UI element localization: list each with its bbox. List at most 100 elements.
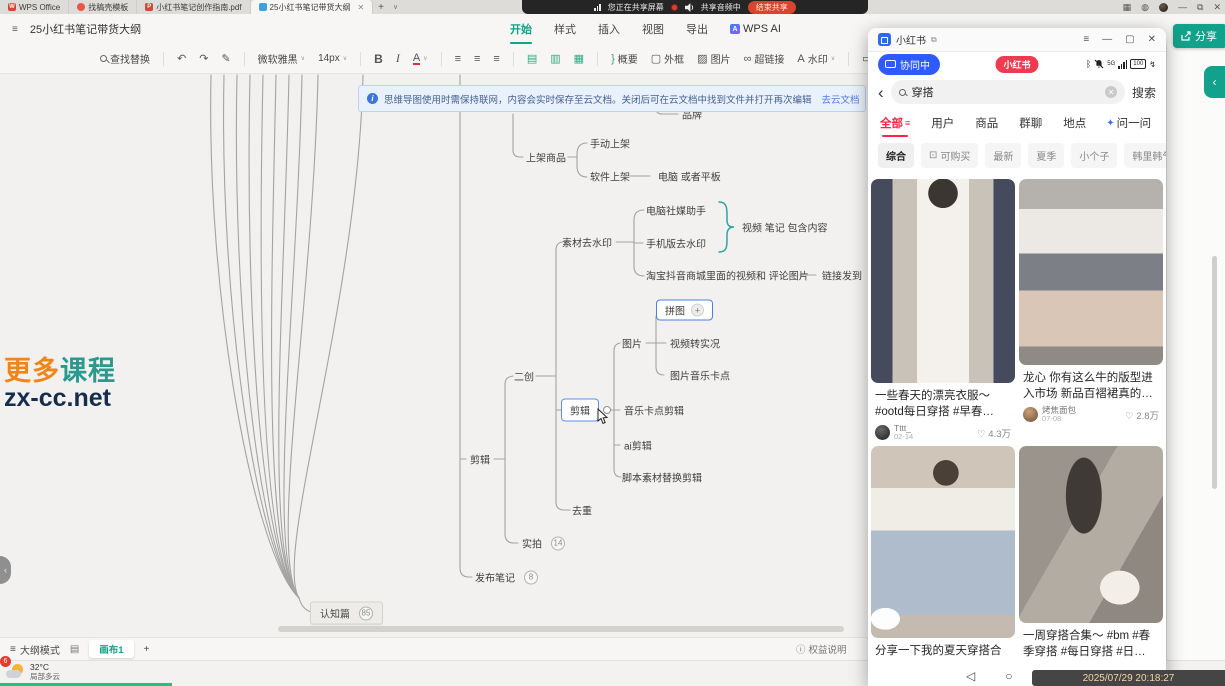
mindmap-node-script-material-replace-edit[interactable]: 脚本素材替换剪辑 xyxy=(622,470,702,485)
phone-feed[interactable]: 一些春天的漂亮衣服～ #ootd每日穿搭 #早春…Tttt_02-14♡ 4.3… xyxy=(868,172,1166,686)
menu-开始[interactable]: 开始 xyxy=(510,21,532,37)
mindmap-node-pic-music-beat[interactable]: 图片音乐卡点 xyxy=(670,368,730,383)
align-right-button[interactable]: ≡ xyxy=(493,53,499,65)
mindmap-node-music-beat-edit[interactable]: 音乐卡点剪辑 xyxy=(624,403,684,418)
mindmap-node-video-note-content[interactable]: 视频 笔记 包含内容 xyxy=(742,220,828,235)
insert-topic-button[interactable]: ▤ xyxy=(527,52,537,65)
filter-chip-综合[interactable]: 综合 xyxy=(878,143,914,168)
bold-button[interactable]: B xyxy=(374,52,383,66)
filter-chip-夏季[interactable]: 夏季 xyxy=(1028,143,1064,168)
result-tab-地点[interactable]: 地点 xyxy=(1063,115,1086,131)
search-button[interactable]: 查找替换 xyxy=(100,51,150,66)
wps-tab-2[interactable]: P小红书笔记创作指南.pdf xyxy=(137,0,250,14)
search-button[interactable]: 搜索 xyxy=(1132,84,1156,101)
like-count[interactable]: ♡ 2.8万 xyxy=(1125,408,1159,422)
weather-widget[interactable]: 32°C 局部多云 xyxy=(6,663,60,681)
insert-topic-after-button[interactable]: ▦ xyxy=(574,52,584,65)
new-tab-button[interactable]: + xyxy=(373,0,389,14)
result-tab-用户[interactable]: 用户 xyxy=(931,115,954,131)
phone-search-input[interactable]: 穿搭 ✕ xyxy=(891,80,1125,104)
hyperlink-button[interactable]: ∞超链接 xyxy=(744,51,785,66)
outline-mode-button[interactable]: ≡大纲模式 xyxy=(10,642,60,657)
style-icon[interactable]: ▤ xyxy=(70,644,79,655)
like-count[interactable]: ♡ 4.3万 xyxy=(977,426,1011,440)
nav-back-button[interactable]: ◁ xyxy=(966,669,975,683)
result-tab-问一问[interactable]: ✦问一问 xyxy=(1106,115,1151,131)
insert-subtopic-button[interactable]: ▥ xyxy=(550,52,560,65)
feed-card[interactable]: 龙心 你有这么牛的版型进入市场 新品百褶裙真的…烤焦面包07-08♡ 2.8万 xyxy=(1019,179,1163,429)
mindmap-node-collage[interactable]: 拼图+ xyxy=(656,300,713,321)
italic-button[interactable]: I xyxy=(396,51,400,66)
mindmap-node-dedup[interactable]: 去重 xyxy=(572,503,592,518)
restore-button[interactable]: ⧉ xyxy=(1197,2,1203,13)
mindmap-node-link-send[interactable]: 链接发到 xyxy=(822,268,862,283)
filter-chip-小个子[interactable]: 小个子 xyxy=(1071,143,1117,168)
clear-search-icon[interactable]: ✕ xyxy=(1105,86,1117,98)
mindmap-node-pc-social-helper[interactable]: 电脑社媒助手 xyxy=(646,203,706,218)
mindmap-node-taobao-douyin-material[interactable]: 淘宝抖音商城里面的视频和 评论图片 xyxy=(646,268,809,283)
rights-info[interactable]: ⓘ权益说明 xyxy=(796,642,847,656)
tab-list-dropdown[interactable]: ∨ xyxy=(389,0,402,14)
mindmap-node-pc-or-pad[interactable]: 电脑 或者平板 xyxy=(658,169,721,184)
avatar[interactable] xyxy=(1023,407,1038,422)
menu-样式[interactable]: 样式 xyxy=(554,21,576,37)
nav-home-button[interactable]: ○ xyxy=(1005,669,1012,683)
result-tab-群聊[interactable]: 群聊 xyxy=(1019,115,1042,131)
watermark-button[interactable]: A水印∨ xyxy=(797,51,835,66)
mindmap-node-shelve-product[interactable]: 上架商品 xyxy=(526,150,566,165)
skin-icon[interactable]: ◍ xyxy=(1141,2,1149,13)
user-avatar[interactable] xyxy=(1159,3,1168,12)
collab-pill[interactable]: 协同中 xyxy=(878,54,940,75)
minimize-button[interactable]: — xyxy=(1178,2,1187,12)
add-child-button[interactable]: + xyxy=(691,304,704,317)
summary-button[interactable]: }概要 xyxy=(611,51,638,66)
mindmap-node-edit-selected[interactable]: 剪辑 xyxy=(561,399,599,422)
mindmap-node-manual-shelve[interactable]: 手动上架 xyxy=(590,136,630,151)
layout-switch-icon[interactable]: ▦ xyxy=(1123,2,1132,13)
wps-tab-3[interactable]: 25小红书笔记带货大纲✕ xyxy=(251,0,374,14)
tab-close-icon[interactable]: ✕ xyxy=(357,3,364,12)
panel-scrollbar[interactable] xyxy=(1212,256,1217,489)
phone-window-titlebar[interactable]: 小红书 ⧉ ≡ — ▢ ✕ xyxy=(868,28,1166,52)
hamburger-menu-icon[interactable]: ≡ xyxy=(12,24,18,35)
filter-chip-韩里韩气[interactable]: 韩里韩气 xyxy=(1124,143,1166,168)
mindmap-node-mobile-watermark-removal[interactable]: 手机版去水印 xyxy=(646,236,706,251)
phone-minimize-button[interactable]: — xyxy=(1102,34,1112,45)
canvas-tab[interactable]: 画布1 xyxy=(89,640,133,658)
stop-share-button[interactable]: 结束共享 xyxy=(748,1,796,14)
menu-wps-ai[interactable]: AWPS AI xyxy=(730,23,781,35)
mindmap-node-ai-edit[interactable]: ai剪辑 xyxy=(624,438,652,453)
feed-card[interactable]: 一些春天的漂亮衣服～ #ootd每日穿搭 #早春…Tttt_02-14♡ 4.3… xyxy=(871,179,1015,447)
menu-视图[interactable]: 视图 xyxy=(642,21,664,37)
feed-card[interactable]: 分享一下我的夏天穿搭合 xyxy=(871,446,1015,661)
feed-card[interactable]: 一周穿搭合集～ #bm #春季穿搭 #每日穿搭 #日… xyxy=(1019,446,1163,661)
phone-maximize-button[interactable]: ▢ xyxy=(1125,34,1134,45)
redo-button[interactable]: ↷ xyxy=(199,52,208,65)
back-icon[interactable]: ‹ xyxy=(878,84,884,101)
filter-chip-最新[interactable]: 最新 xyxy=(985,143,1021,168)
add-canvas-button[interactable]: + xyxy=(144,644,150,655)
mindmap-node-second-creation[interactable]: 二创 xyxy=(514,369,534,384)
outer-frame-button[interactable]: ▢外框 xyxy=(651,51,684,66)
mindmap-node-cognition[interactable]: 认知篇85 xyxy=(310,602,383,625)
close-button[interactable]: ✕ xyxy=(1213,2,1221,13)
mindmap-node-edit-parent[interactable]: 剪辑 xyxy=(470,452,490,467)
wps-tab-0[interactable]: WWPS Office xyxy=(0,0,69,14)
avatar[interactable] xyxy=(875,425,890,440)
mindmap-node-publish-note[interactable]: 发布笔记8 xyxy=(475,570,538,585)
mindmap-node-software-shelve[interactable]: 软件上架 xyxy=(590,169,630,184)
share-button[interactable]: 分享 xyxy=(1173,24,1225,48)
mindmap-node-picture-branch[interactable]: 图片 xyxy=(622,336,642,351)
align-center-button[interactable]: ≡ xyxy=(474,53,480,65)
mindmap-node-real-shoot[interactable]: 实拍14 xyxy=(522,536,565,551)
align-left-button[interactable]: ≡ xyxy=(455,53,461,65)
picture-button[interactable]: ▨图片 xyxy=(697,51,730,66)
filter-chip-可购买[interactable]: ⊡可购买 xyxy=(921,143,978,168)
canvas-horizontal-scrollbar[interactable] xyxy=(278,626,844,632)
result-tab-全部[interactable]: 全部≡ xyxy=(880,115,910,131)
menu-插入[interactable]: 插入 xyxy=(598,21,620,37)
font-color-button[interactable]: A∨ xyxy=(413,53,428,65)
phone-menu-icon[interactable]: ≡ xyxy=(1083,34,1089,45)
panel-collapse-tab[interactable]: ‹ xyxy=(1204,66,1225,98)
format-painter-button[interactable]: ✎ xyxy=(221,52,230,65)
